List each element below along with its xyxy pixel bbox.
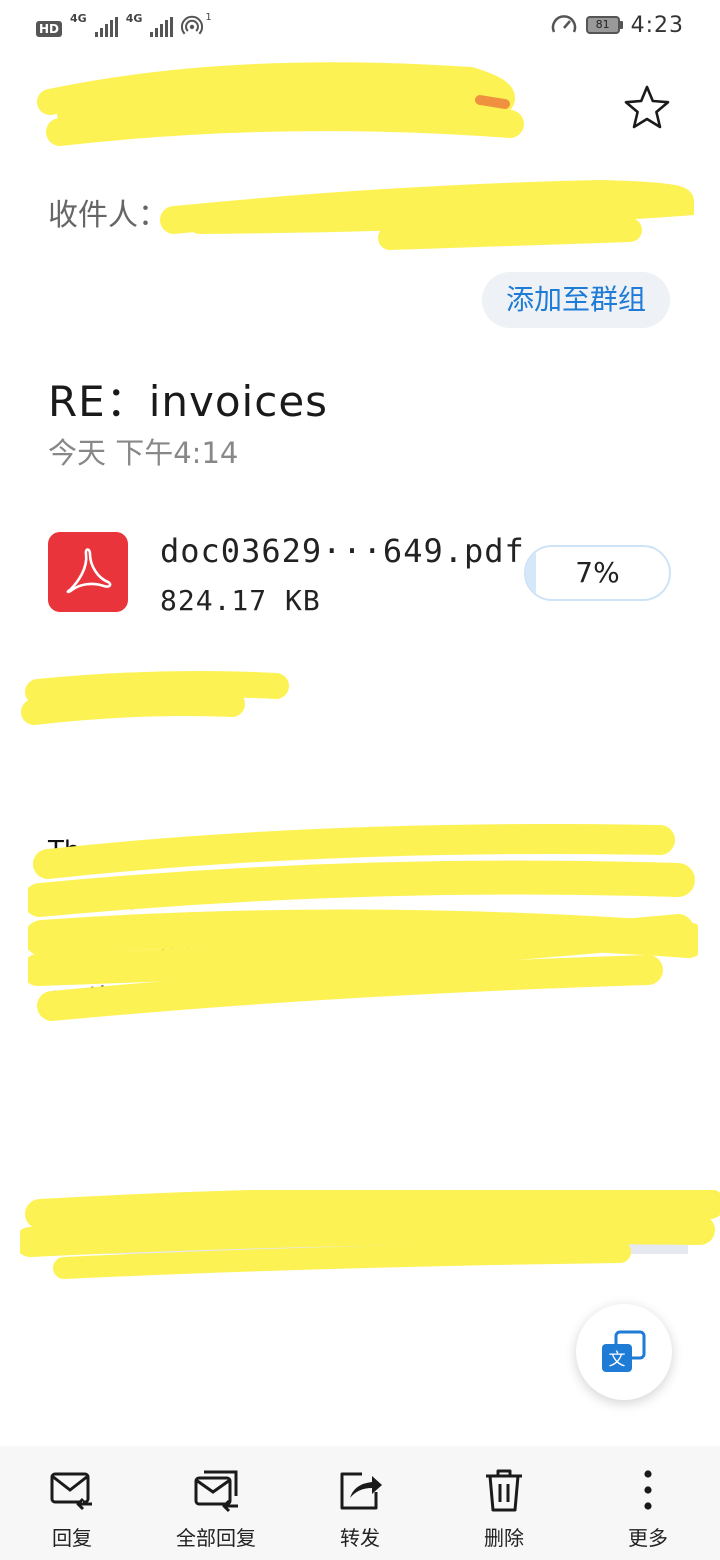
download-progress-label: 7% (575, 556, 620, 589)
reply-all-label: 全部回复 (176, 1526, 256, 1550)
network-type-1: 4G (70, 12, 87, 25)
email-subject: RE：invoices (48, 377, 329, 426)
email-timestamp: 今天 下午4:14 (48, 436, 239, 470)
delete-button[interactable]: 删除 (432, 1446, 576, 1560)
recipient-label: 收件人： (48, 198, 168, 233)
reply-button[interactable]: 回复 (0, 1446, 144, 1560)
status-bar: HD 4G 4G 1 81 4:23 (0, 0, 720, 52)
more-button[interactable]: 更多 (576, 1446, 720, 1560)
email-detail-screen: HD 4G 4G 1 81 4:23 收件人： 添加至群组 RE：invoice… (0, 0, 720, 1560)
attachment-size: 824.17 KB (160, 584, 321, 617)
star-icon[interactable] (624, 84, 670, 130)
attachment-name[interactable]: doc03629···649.pdf (160, 532, 525, 570)
reply-all-button[interactable]: 全部回复 (144, 1446, 288, 1560)
trash-icon (486, 1469, 522, 1512)
hotspot-count: 1 (205, 12, 212, 23)
body-redaction (28, 824, 698, 1021)
download-progress-button[interactable]: 7% (524, 545, 671, 601)
sender-redaction (37, 62, 524, 146)
svg-text:文: 文 (609, 1350, 626, 1370)
signal-icon-2 (150, 17, 174, 37)
pdf-file-icon[interactable] (48, 532, 128, 612)
clock: 4:23 (630, 12, 684, 38)
forward-icon (340, 1472, 382, 1510)
hd-badge: HD (36, 21, 63, 37)
recipient-row: 收件人： (48, 190, 168, 234)
translate-icon: 文 (602, 1330, 646, 1372)
speed-icon (551, 15, 576, 33)
translate-button[interactable]: 文 (576, 1304, 672, 1400)
signal-icon (94, 17, 118, 37)
reply-label: 回复 (52, 1526, 92, 1550)
forward-label: 转发 (340, 1526, 380, 1550)
status-right: 81 4:23 (550, 12, 684, 38)
delete-label: 删除 (484, 1526, 524, 1550)
more-vertical-icon (644, 1470, 652, 1510)
signature-redaction (20, 1190, 720, 1279)
recipient-redaction (160, 180, 695, 250)
reply-all-icon (194, 1470, 238, 1513)
hotspot-icon (181, 15, 204, 35)
status-left: HD 4G 4G 1 (36, 12, 212, 37)
bottom-toolbar: 回复 全部回复 转发 删除 更多 (0, 1446, 720, 1560)
network-type-2: 4G (125, 12, 143, 25)
greeting-redaction (21, 671, 289, 725)
reply-icon (50, 1472, 92, 1511)
add-to-group-button[interactable]: 添加至群组 (482, 272, 670, 328)
battery-level: 81 (585, 16, 620, 34)
battery-icon: 81 (585, 16, 623, 34)
more-label: 更多 (628, 1526, 668, 1550)
forward-button[interactable]: 转发 (288, 1446, 432, 1560)
